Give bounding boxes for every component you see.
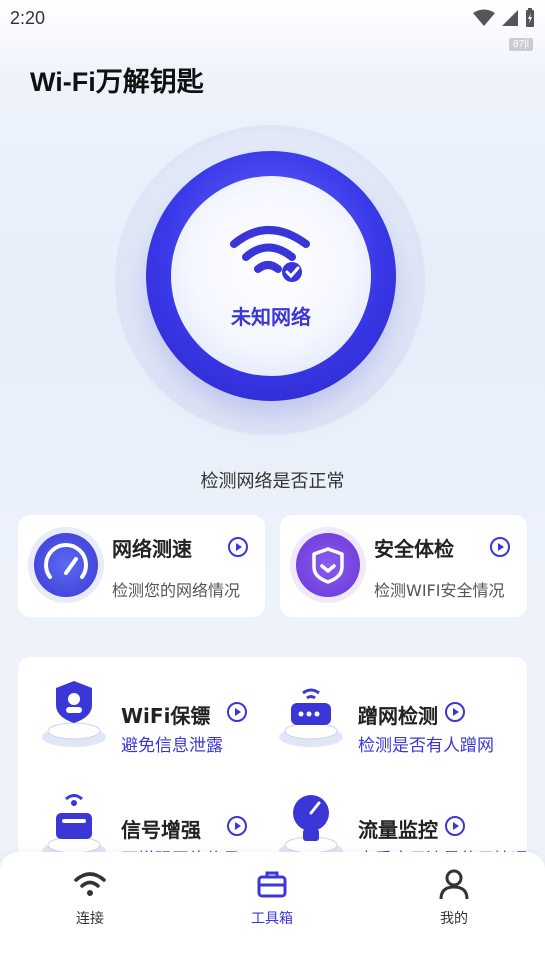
cell-signal-icon — [502, 10, 518, 26]
nav-label: 我的 — [440, 911, 468, 927]
tool-desc: 检测是否有人蹭网 — [358, 736, 494, 756]
tool-title: 信号增强 — [121, 818, 201, 842]
bottom-nav: 连接 工具箱 我的 — [0, 852, 545, 968]
nav-tab-connect[interactable]: 连接 — [40, 866, 140, 928]
status-time: 2:20 — [10, 8, 46, 28]
card-title: 安全体检 — [374, 537, 454, 561]
speed-icon-circle — [28, 527, 104, 603]
status-icons — [473, 8, 535, 28]
wifi-icon — [74, 872, 106, 896]
play-icon[interactable] — [445, 816, 465, 836]
card-desc: 检测WIFI安全情况 — [374, 581, 505, 600]
wifi-check-icon — [230, 226, 310, 282]
nav-tab-mine[interactable]: 我的 — [404, 866, 504, 928]
wifi-guard-tool[interactable]: WiFi保镖 避免信息泄露 — [18, 675, 268, 765]
network-status-dial[interactable]: 未知网络 — [115, 125, 425, 445]
tool-desc: 避免信息泄露 — [121, 736, 223, 756]
status-bar: 2:20 87|l — [0, 0, 545, 51]
play-icon[interactable] — [490, 537, 510, 557]
tool-title: 蹭网检测 — [358, 704, 438, 728]
speed-test-card[interactable]: 网络测速 检测您的网络情况 — [18, 515, 265, 617]
tool-title: WiFi保镖 — [121, 704, 211, 728]
speedometer-icon — [34, 533, 98, 597]
play-icon[interactable] — [445, 702, 465, 722]
nav-label: 连接 — [76, 911, 104, 927]
card-title: 网络测速 — [112, 537, 192, 561]
status-badge: 87|l — [509, 38, 533, 51]
play-icon[interactable] — [227, 702, 247, 722]
play-icon[interactable] — [228, 537, 248, 557]
play-icon[interactable] — [227, 816, 247, 836]
wifi-guard-icon — [42, 681, 106, 747]
toolbox-icon — [257, 871, 287, 898]
wifi-signal-icon — [473, 9, 495, 26]
app-title: Wi-Fi万解钥匙 — [30, 67, 204, 97]
card-desc: 检测您的网络情况 — [112, 581, 241, 600]
nav-tab-toolbox[interactable]: 工具箱 — [222, 866, 322, 928]
security-check-card[interactable]: 安全体检 检测WIFI安全情况 — [280, 515, 527, 617]
battery-icon — [526, 8, 534, 27]
freeloader-detect-tool[interactable]: 蹭网检测 检测是否有人蹭网 — [255, 675, 505, 765]
network-name: 未知网络 — [231, 305, 311, 329]
tools-panel: WiFi保镖 避免信息泄露 蹭网检测 检测是否有人蹭网 信号增强 可增强网络信号 — [18, 657, 527, 877]
check-network-text[interactable]: 检测网络是否正常 — [0, 467, 545, 493]
tool-title: 流量监控 — [358, 818, 438, 842]
shield-icon-circle — [290, 527, 366, 603]
user-icon — [439, 869, 469, 900]
shield-icon — [296, 533, 360, 597]
nav-label: 工具箱 — [251, 911, 293, 927]
router-icon — [279, 688, 343, 747]
